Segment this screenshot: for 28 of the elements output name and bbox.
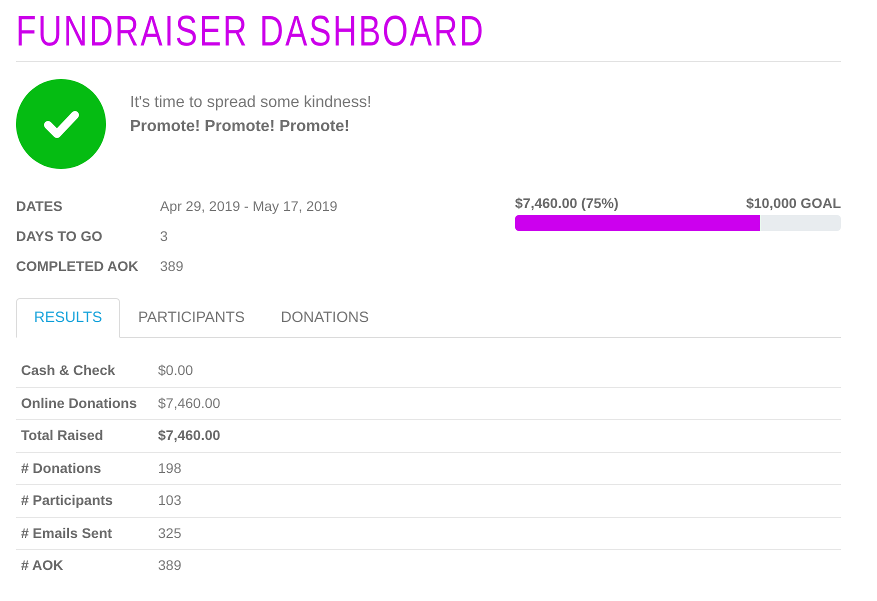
result-label: # AOK <box>20 556 64 576</box>
detail-label: DAYS TO GO <box>16 226 104 246</box>
tab[interactable]: PARTICIPANTS <box>120 298 263 338</box>
detail-value: 389 <box>160 256 184 276</box>
result-label: Cash & Check <box>20 360 116 380</box>
detail-value: 3 <box>160 226 168 246</box>
status-emphasis: Promote! Promote! Promote! <box>130 117 351 137</box>
result-label: # Participants <box>20 491 114 510</box>
result-label: Online Donations <box>20 394 138 413</box>
detail-label: DATES <box>16 196 64 216</box>
result-value: 103 <box>158 491 182 510</box>
detail-label: COMPLETED AOK <box>16 256 140 276</box>
result-label: # Emails Sent <box>20 524 114 543</box>
result-label: # Donations <box>20 458 102 478</box>
raised-amount: $7,460.00 (75%) <box>515 194 619 213</box>
goal-amount: $10,000 GOAL <box>746 194 841 212</box>
result-value: $7,460.00 <box>158 426 220 446</box>
tab[interactable]: RESULTS <box>16 298 120 338</box>
result-value: $0.00 <box>158 360 194 380</box>
result-label: Total Raised <box>20 426 104 446</box>
result-value: 198 <box>158 458 182 478</box>
result-value: $7,460.00 <box>158 394 220 413</box>
page-title: FUNDRAISER DASHBOARD <box>16 5 486 56</box>
result-value: 389 <box>158 556 182 576</box>
result-value: 325 <box>158 524 182 543</box>
detail-value: Apr 29, 2019 - May 17, 2019 <box>160 196 338 216</box>
status-message: It's time to spread some kindness! <box>130 93 372 113</box>
tab[interactable]: DONATIONS <box>262 298 387 338</box>
